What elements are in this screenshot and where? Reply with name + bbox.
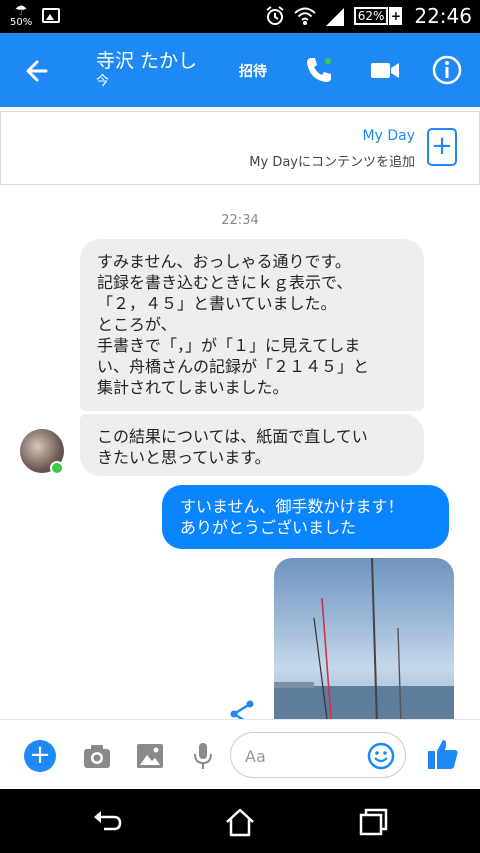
message-list[interactable]: My Day My Dayにコンテンツを追加 + 22:34 すみません、おっし…	[0, 107, 480, 719]
message-input[interactable]	[245, 745, 355, 767]
emoji-icon[interactable]	[367, 742, 395, 770]
invite-button[interactable]: 招待	[239, 61, 267, 81]
message-input-container[interactable]	[230, 732, 406, 778]
myday-add-button[interactable]: +	[427, 128, 457, 166]
myday-title: My Day	[362, 128, 415, 144]
message-timestamp: 22:34	[221, 213, 259, 228]
message-line: きたいと思っています。	[97, 448, 271, 467]
message-line: すいません、御手数かけます！	[180, 497, 404, 516]
battery-percent: 62%	[353, 7, 389, 25]
shared-photo[interactable]	[274, 558, 454, 719]
weather-widget: ☂ 50%	[10, 4, 32, 28]
more-actions-button[interactable]: +	[24, 740, 56, 772]
umbrella-icon: ☂	[14, 3, 28, 19]
battery-icon: 62% +	[353, 7, 403, 25]
message-line: 「２，４５」と書いていました。	[97, 294, 337, 313]
myday-subtitle: My Dayにコンテンツを追加	[249, 155, 415, 170]
message-line: 手書きで「，」が「１」に見えてしま	[97, 336, 361, 355]
info-icon[interactable]	[430, 53, 464, 87]
share-icon[interactable]	[228, 700, 256, 719]
image-icon[interactable]	[135, 742, 165, 770]
system-nav-bar	[0, 789, 480, 853]
status-bar: ☂ 50% 62% + 22:46	[0, 0, 480, 33]
incoming-message-bubble[interactable]: すみません、おっしゃる通りです。 記録を書き込むときにｋｇ表示で、 「２，４５」…	[80, 239, 424, 411]
message-composer: +	[0, 719, 480, 789]
like-icon[interactable]	[426, 737, 460, 771]
alarm-icon	[266, 6, 284, 25]
home-icon[interactable]	[223, 805, 257, 839]
conversation-header[interactable]: 寺沢 たかし 今	[96, 49, 197, 91]
online-indicator	[50, 461, 64, 475]
weather-percent: 50%	[10, 17, 33, 28]
gallery-icon	[42, 8, 61, 23]
video-icon[interactable]	[368, 53, 402, 87]
photo-scene	[274, 558, 454, 719]
back-icon[interactable]	[90, 805, 124, 839]
message-line: 集計されてしまいました。	[97, 378, 289, 397]
camera-icon[interactable]	[82, 742, 112, 770]
myday-banner[interactable]: My Day My Dayにコンテンツを追加 +	[0, 111, 480, 185]
wifi-icon	[294, 7, 316, 25]
contact-name: 寺沢 たかし	[96, 50, 198, 72]
message-line: すみません、おっしゃる通りです。	[97, 252, 351, 271]
message-line: ところが、	[97, 315, 177, 334]
status-clock: 22:46	[414, 4, 472, 28]
phone-icon[interactable]	[302, 53, 336, 87]
charging-icon: +	[389, 7, 403, 25]
signal-icon	[325, 8, 344, 26]
active-status: 今	[96, 74, 110, 89]
incoming-message-bubble[interactable]: この結果については、紙面で直してい きたいと思っています。	[80, 414, 424, 476]
app-bar: 寺沢 たかし 今 招待	[0, 33, 480, 107]
message-line: ありがとうございました	[180, 518, 357, 537]
back-arrow-icon[interactable]	[20, 53, 56, 89]
message-line: この結果については、紙面で直してい	[97, 427, 368, 446]
outgoing-message-bubble[interactable]: すいません、御手数かけます！ ありがとうございました	[162, 485, 449, 549]
microphone-icon[interactable]	[188, 742, 218, 770]
message-line: い、舟橋さんの記録が「２１４５」と	[97, 357, 370, 376]
message-line: 記録を書き込むときにｋｇ表示で、	[97, 273, 353, 292]
recents-icon[interactable]	[356, 805, 390, 839]
